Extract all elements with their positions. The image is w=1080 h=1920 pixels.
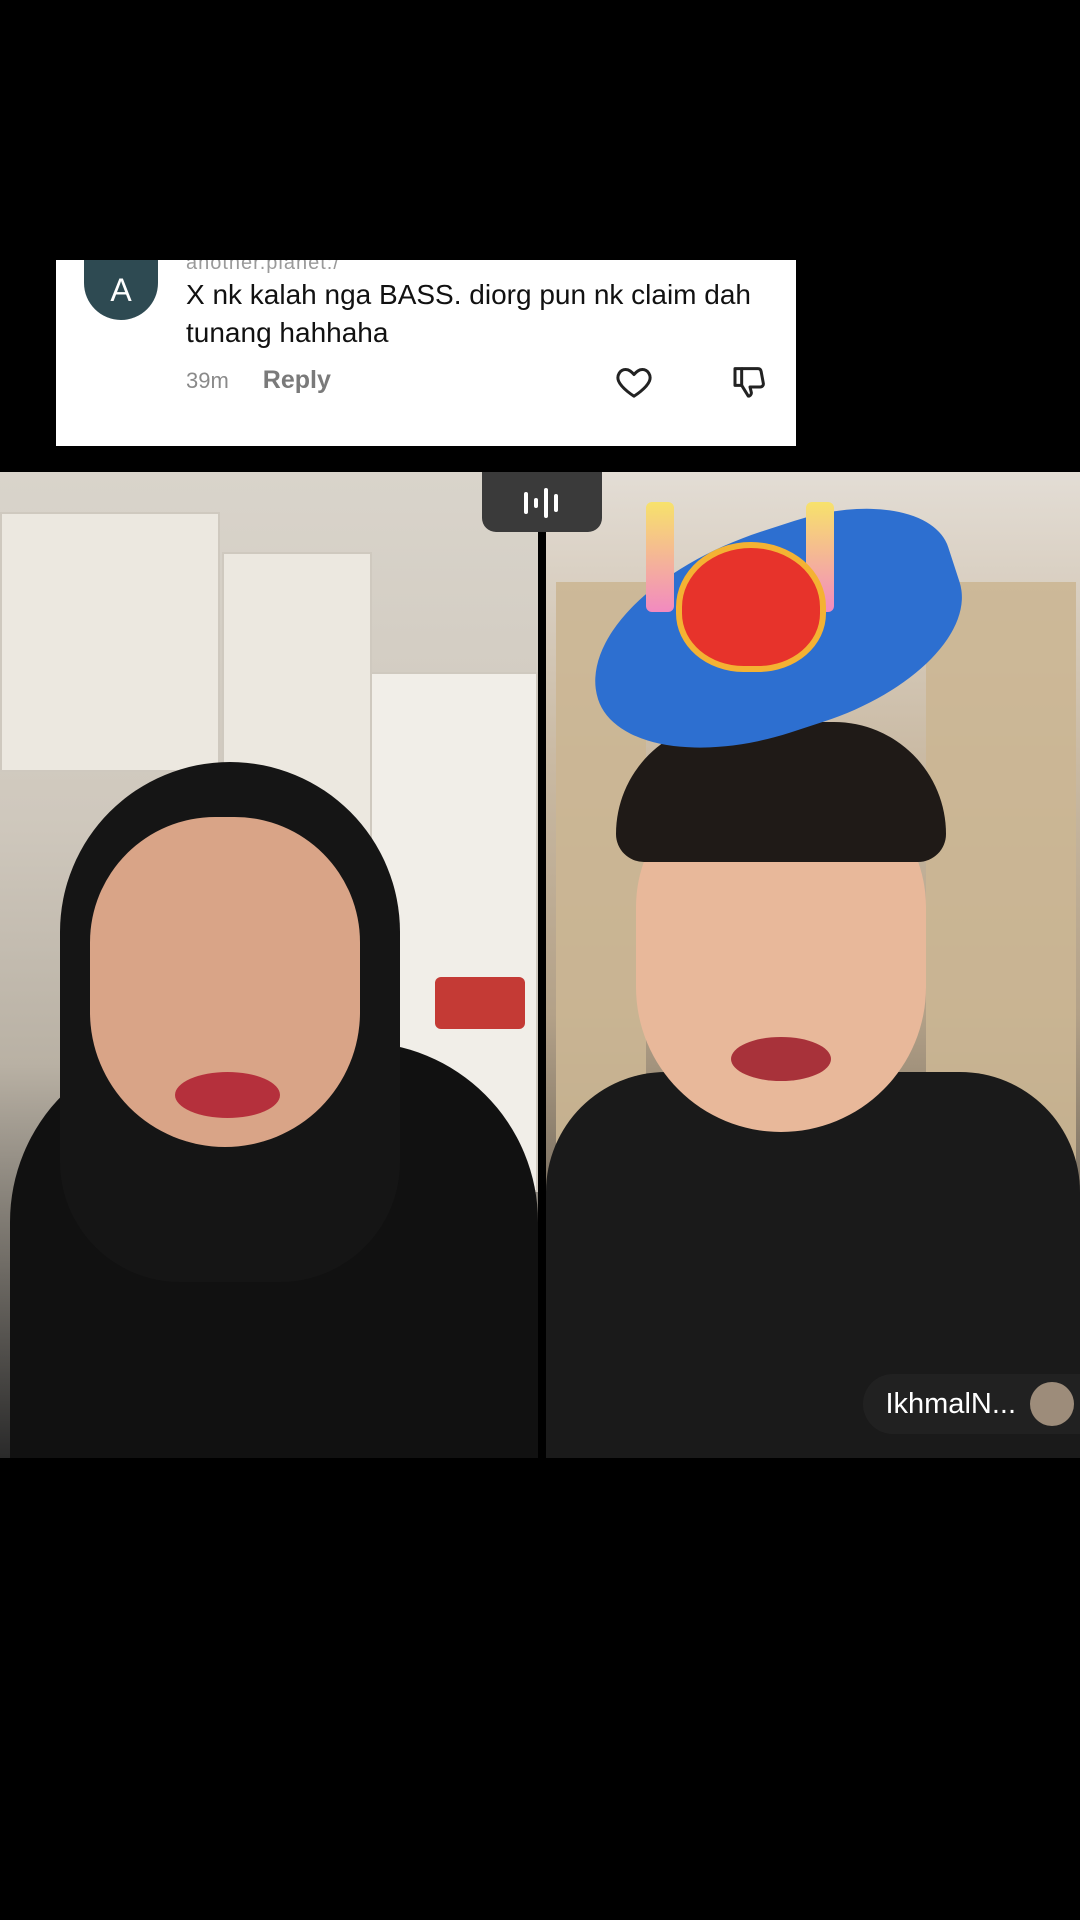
- reply-button[interactable]: Reply: [263, 366, 331, 395]
- reply-comment-card: A another.planet:/ X nk kalah nga BASS. …: [56, 260, 796, 446]
- comment-meta-row: 39m Reply: [186, 366, 331, 395]
- commenter-avatar[interactable]: A: [84, 260, 158, 320]
- streamer-name-tag[interactable]: IkhmalN...: [863, 1374, 1080, 1434]
- right-stream-video[interactable]: [546, 472, 1080, 1458]
- comment-text: X nk kalah nga BASS. diorg pun nk claim …: [186, 279, 752, 348]
- streamer-name: IkhmalN...: [885, 1387, 1016, 1420]
- left-stream-video[interactable]: [0, 472, 538, 1458]
- heart-sticker-filter: [676, 542, 826, 672]
- split-divider: [538, 472, 546, 1458]
- commenter-username[interactable]: another.planet:/: [186, 260, 340, 275]
- streamer-avatar: [1030, 1382, 1074, 1426]
- audio-bars-icon[interactable]: [482, 472, 602, 532]
- comment-time: 39m: [186, 367, 229, 393]
- thumbs-down-outline-icon[interactable]: [730, 362, 770, 402]
- avatar-letter: A: [110, 272, 132, 308]
- kitchen-cabinet: [0, 512, 220, 772]
- right-person-mouth: [731, 1037, 831, 1081]
- heart-outline-icon[interactable]: [614, 362, 654, 402]
- glow-stick: [646, 502, 674, 612]
- red-container: [435, 977, 525, 1029]
- left-person-mouth: [175, 1072, 280, 1118]
- live-video-split: IkhmalN...: [0, 472, 1080, 1458]
